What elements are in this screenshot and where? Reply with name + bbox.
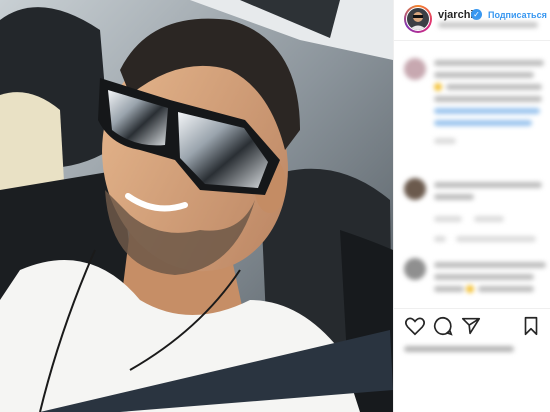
profile-avatar-image — [406, 7, 430, 31]
post-header: vjarchi ✓ Подписаться — [394, 0, 550, 40]
actions-divider — [394, 308, 550, 309]
bookmark-icon[interactable] — [520, 315, 542, 337]
caption-avatar — [404, 58, 426, 80]
caption-block — [404, 58, 546, 148]
profile-avatar[interactable] — [404, 5, 432, 33]
comment-item — [404, 178, 546, 242]
follow-button[interactable]: Подписаться — [488, 10, 547, 20]
comment-icon[interactable] — [432, 315, 454, 337]
username[interactable]: vjarchi — [438, 9, 473, 21]
comment-item — [404, 258, 546, 308]
comment-avatar — [404, 258, 426, 280]
heart-icon[interactable] — [404, 315, 426, 337]
comment-avatar — [404, 178, 426, 200]
post-side-panel: vjarchi ✓ Подписаться — [393, 0, 550, 412]
post-photo[interactable] — [0, 0, 393, 412]
verified-badge-icon: ✓ — [471, 9, 482, 20]
likes-count-placeholder — [404, 346, 514, 352]
selfie-image — [0, 0, 393, 412]
action-bar — [394, 315, 550, 345]
header-divider — [394, 40, 550, 41]
location-placeholder — [438, 22, 538, 28]
share-icon[interactable] — [460, 315, 482, 337]
